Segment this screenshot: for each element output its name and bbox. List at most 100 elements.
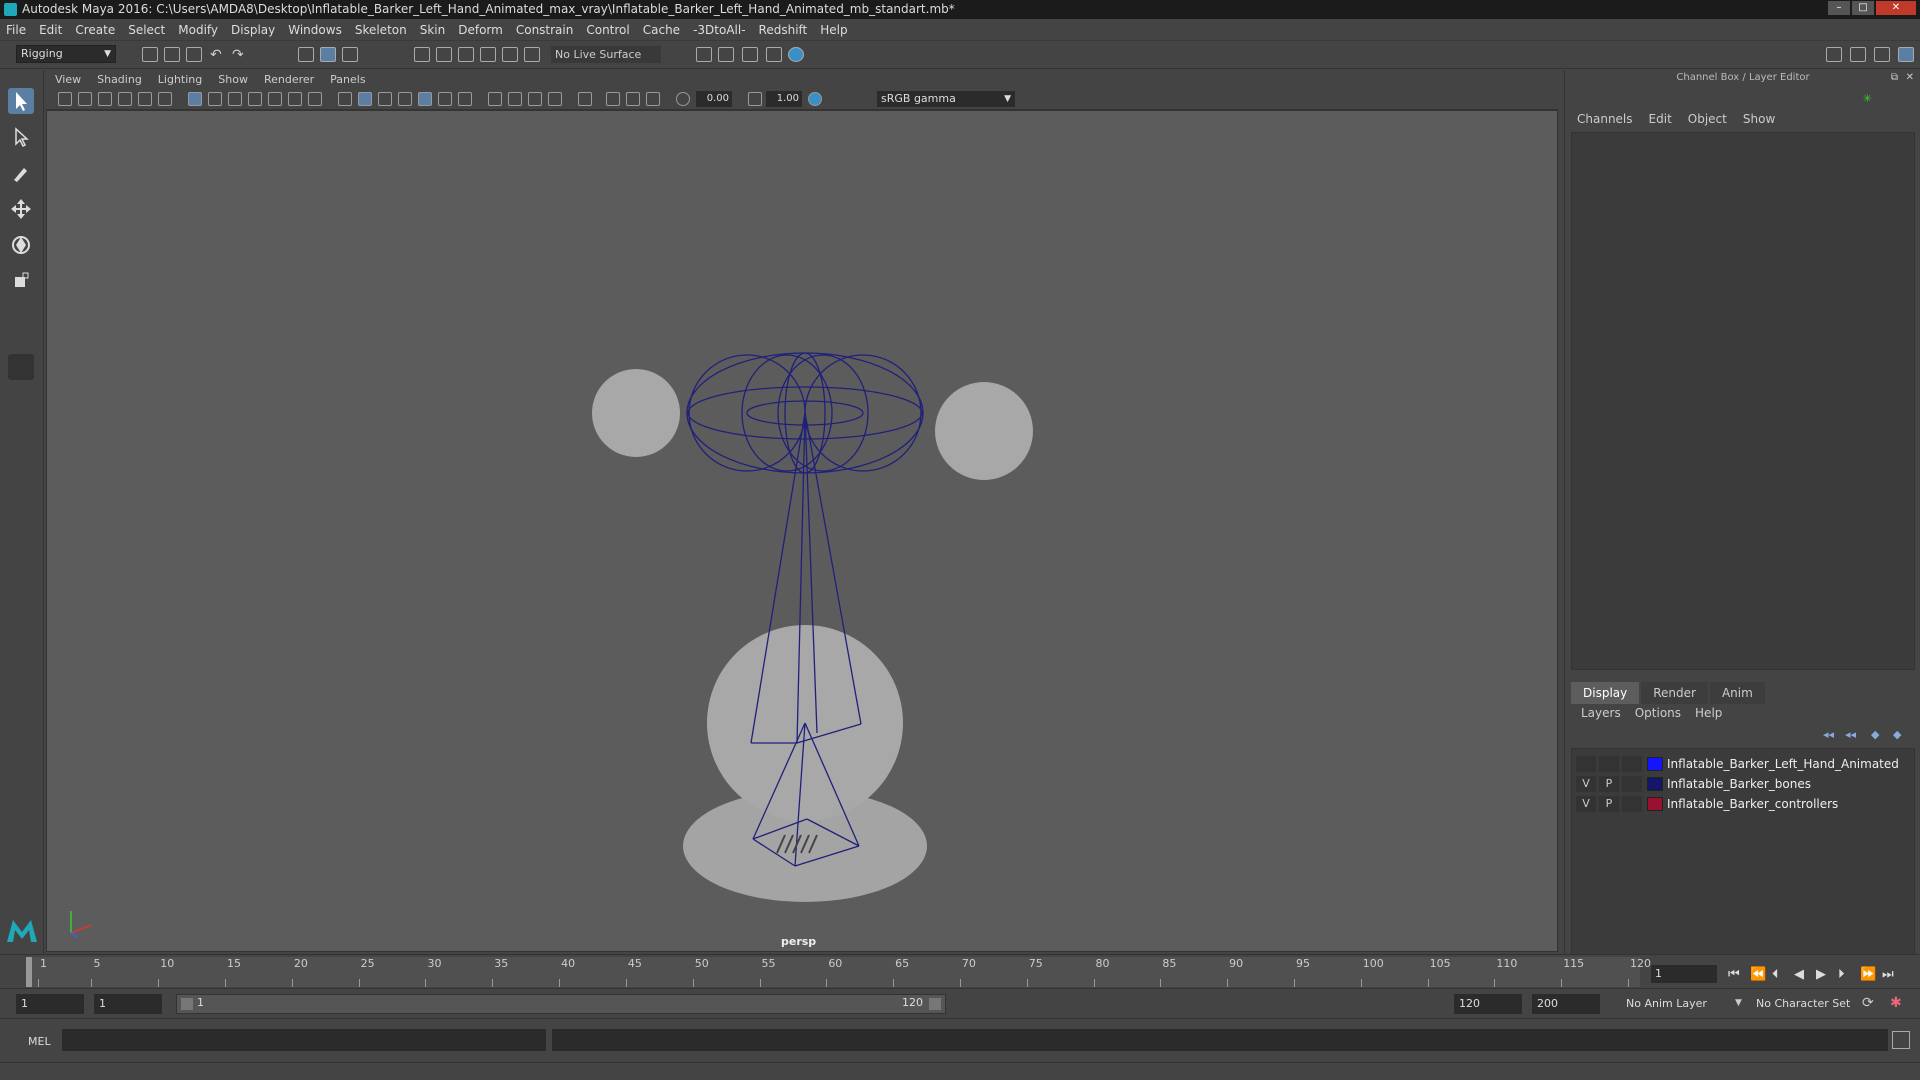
go-to-start-icon[interactable]: ⏮ (1728, 967, 1740, 982)
layer-playback-toggle[interactable]: P (1599, 776, 1619, 792)
move-tool-icon[interactable] (8, 196, 34, 222)
smooth-shade-icon[interactable] (358, 92, 372, 106)
anti-aliasing-icon[interactable] (528, 92, 542, 106)
xray-joints-icon[interactable] (646, 92, 660, 106)
shadows-icon[interactable] (458, 92, 472, 106)
select-component-icon[interactable] (342, 47, 358, 62)
snap-point-icon[interactable] (458, 47, 474, 62)
image-plane-icon[interactable] (118, 92, 132, 106)
color-management-icon[interactable] (808, 92, 822, 106)
open-scene-icon[interactable] (164, 47, 180, 62)
float-panel-icon[interactable]: ⧉ (1891, 72, 1898, 83)
playhead[interactable] (26, 957, 32, 987)
layer-color-swatch[interactable] (1647, 797, 1663, 811)
snap-vertex-icon[interactable] (524, 47, 540, 62)
panel-menu-panels[interactable]: Panels (330, 73, 365, 86)
move-layer-up-icon[interactable]: ◂◂ (1823, 728, 1834, 741)
persp-viewport[interactable]: persp (46, 110, 1558, 952)
default-material-icon[interactable] (378, 92, 392, 106)
camera-attributes-icon[interactable] (78, 92, 92, 106)
layer-playback-toggle[interactable] (1599, 756, 1619, 772)
scale-tool-icon[interactable] (8, 268, 34, 294)
auto-key-icon[interactable]: ⟳ (1862, 995, 1874, 1011)
channel-list[interactable] (1571, 132, 1915, 670)
close-button[interactable]: ✕ (1876, 1, 1916, 15)
layout-graph-icon[interactable] (8, 508, 34, 538)
exposure-field[interactable]: 0.00 (696, 91, 732, 107)
range-start-handle[interactable] (181, 998, 193, 1010)
tab-display[interactable]: Display (1571, 682, 1640, 704)
cb-menu-channels[interactable]: Channels (1577, 112, 1633, 126)
layout-two-view-icon[interactable] (8, 432, 34, 462)
select-hierarchy-icon[interactable] (298, 47, 314, 62)
render-frame-icon[interactable] (718, 47, 734, 62)
minimize-button[interactable]: – (1828, 1, 1850, 15)
resolution-gate-icon[interactable] (228, 92, 242, 106)
move-layer-down-icon[interactable]: ◂◂ (1845, 728, 1856, 741)
menu-modify[interactable]: Modify (178, 23, 218, 37)
layout-four-view-icon[interactable] (8, 394, 34, 424)
menu-constrain[interactable]: Constrain (516, 23, 574, 37)
le-menu-help[interactable]: Help (1695, 706, 1722, 720)
panel-menu-show[interactable]: Show (218, 73, 248, 86)
layer-color-swatch[interactable] (1647, 777, 1663, 791)
playback-end-field[interactable]: 120 (1454, 994, 1522, 1014)
menu-cache[interactable]: Cache (643, 23, 680, 37)
layer-row[interactable]: Inflatable_Barker_Left_Hand_Animated (1576, 755, 1912, 773)
2d-pan-zoom-icon[interactable] (138, 92, 152, 106)
le-menu-options[interactable]: Options (1635, 706, 1681, 720)
panel-menu-shading[interactable]: Shading (97, 73, 142, 86)
menu-3dtoall[interactable]: -3DtoAll- (693, 23, 745, 37)
layer-row[interactable]: V P Inflatable_Barker_bones (1576, 775, 1912, 793)
modeling-toolkit-icon[interactable] (1826, 47, 1842, 62)
menu-windows[interactable]: Windows (288, 23, 342, 37)
motion-blur-icon[interactable] (508, 92, 522, 106)
grid-icon[interactable] (188, 92, 202, 106)
safe-title-icon[interactable] (308, 92, 322, 106)
grease-pencil-icon[interactable] (158, 92, 172, 106)
isolate-select-icon[interactable] (578, 92, 592, 106)
menu-skin[interactable]: Skin (420, 23, 446, 37)
step-forward-frame-icon[interactable]: ⏵ (1838, 967, 1845, 982)
soft-mod-tool-icon[interactable] (8, 354, 34, 380)
menu-create[interactable]: Create (75, 23, 115, 37)
menu-redshift[interactable]: Redshift (759, 23, 808, 37)
select-object-icon[interactable] (320, 47, 336, 62)
lasso-tool-icon[interactable] (8, 124, 34, 150)
cb-menu-object[interactable]: Object (1688, 112, 1727, 126)
maximize-button[interactable]: □ (1852, 1, 1874, 15)
layer-playback-toggle[interactable]: P (1599, 796, 1619, 812)
snap-curve-icon[interactable] (436, 47, 452, 62)
go-to-end-icon[interactable]: ⏭ (1882, 967, 1894, 982)
snap-view-icon[interactable] (480, 47, 496, 62)
step-back-key-icon[interactable]: ⏪ (1750, 967, 1766, 982)
live-surface-field[interactable]: No Live Surface (551, 46, 661, 63)
panel-menu-view[interactable]: View (55, 73, 81, 86)
command-input[interactable] (62, 1029, 546, 1051)
le-menu-layers[interactable]: Layers (1581, 706, 1621, 720)
layer-visibility-toggle[interactable] (1576, 756, 1596, 772)
bookmark-icon[interactable] (98, 92, 112, 106)
cb-menu-show[interactable]: Show (1743, 112, 1775, 126)
undo-icon[interactable]: ↶ (210, 47, 226, 63)
close-panel-icon[interactable]: ✕ (1906, 72, 1914, 83)
redo-icon[interactable]: ↷ (232, 47, 248, 63)
tab-render[interactable]: Render (1641, 682, 1708, 704)
range-slider[interactable]: 1 120 (176, 994, 946, 1014)
layer-display-type-toggle[interactable] (1622, 796, 1642, 812)
select-tool-icon[interactable] (8, 88, 34, 114)
camera-select-icon[interactable] (58, 92, 72, 106)
gamma-field[interactable]: 1.00 (766, 91, 802, 107)
view-transform-dropdown[interactable]: sRGB gamma ▼ (877, 91, 1015, 107)
film-gate-icon[interactable] (208, 92, 222, 106)
hypershade-icon[interactable] (788, 47, 804, 62)
layer-visibility-toggle[interactable]: V (1576, 776, 1596, 792)
paint-select-tool-icon[interactable] (8, 160, 34, 186)
rotate-tool-icon[interactable] (8, 232, 34, 258)
anim-layer-dropdown[interactable]: No Anim Layer (1620, 994, 1740, 1014)
field-chart-icon[interactable] (268, 92, 282, 106)
use-all-lights-icon[interactable] (438, 92, 452, 106)
screen-space-ao-icon[interactable] (488, 92, 502, 106)
channel-box-toggle-icon[interactable] (1898, 47, 1914, 62)
cb-menu-edit[interactable]: Edit (1649, 112, 1672, 126)
